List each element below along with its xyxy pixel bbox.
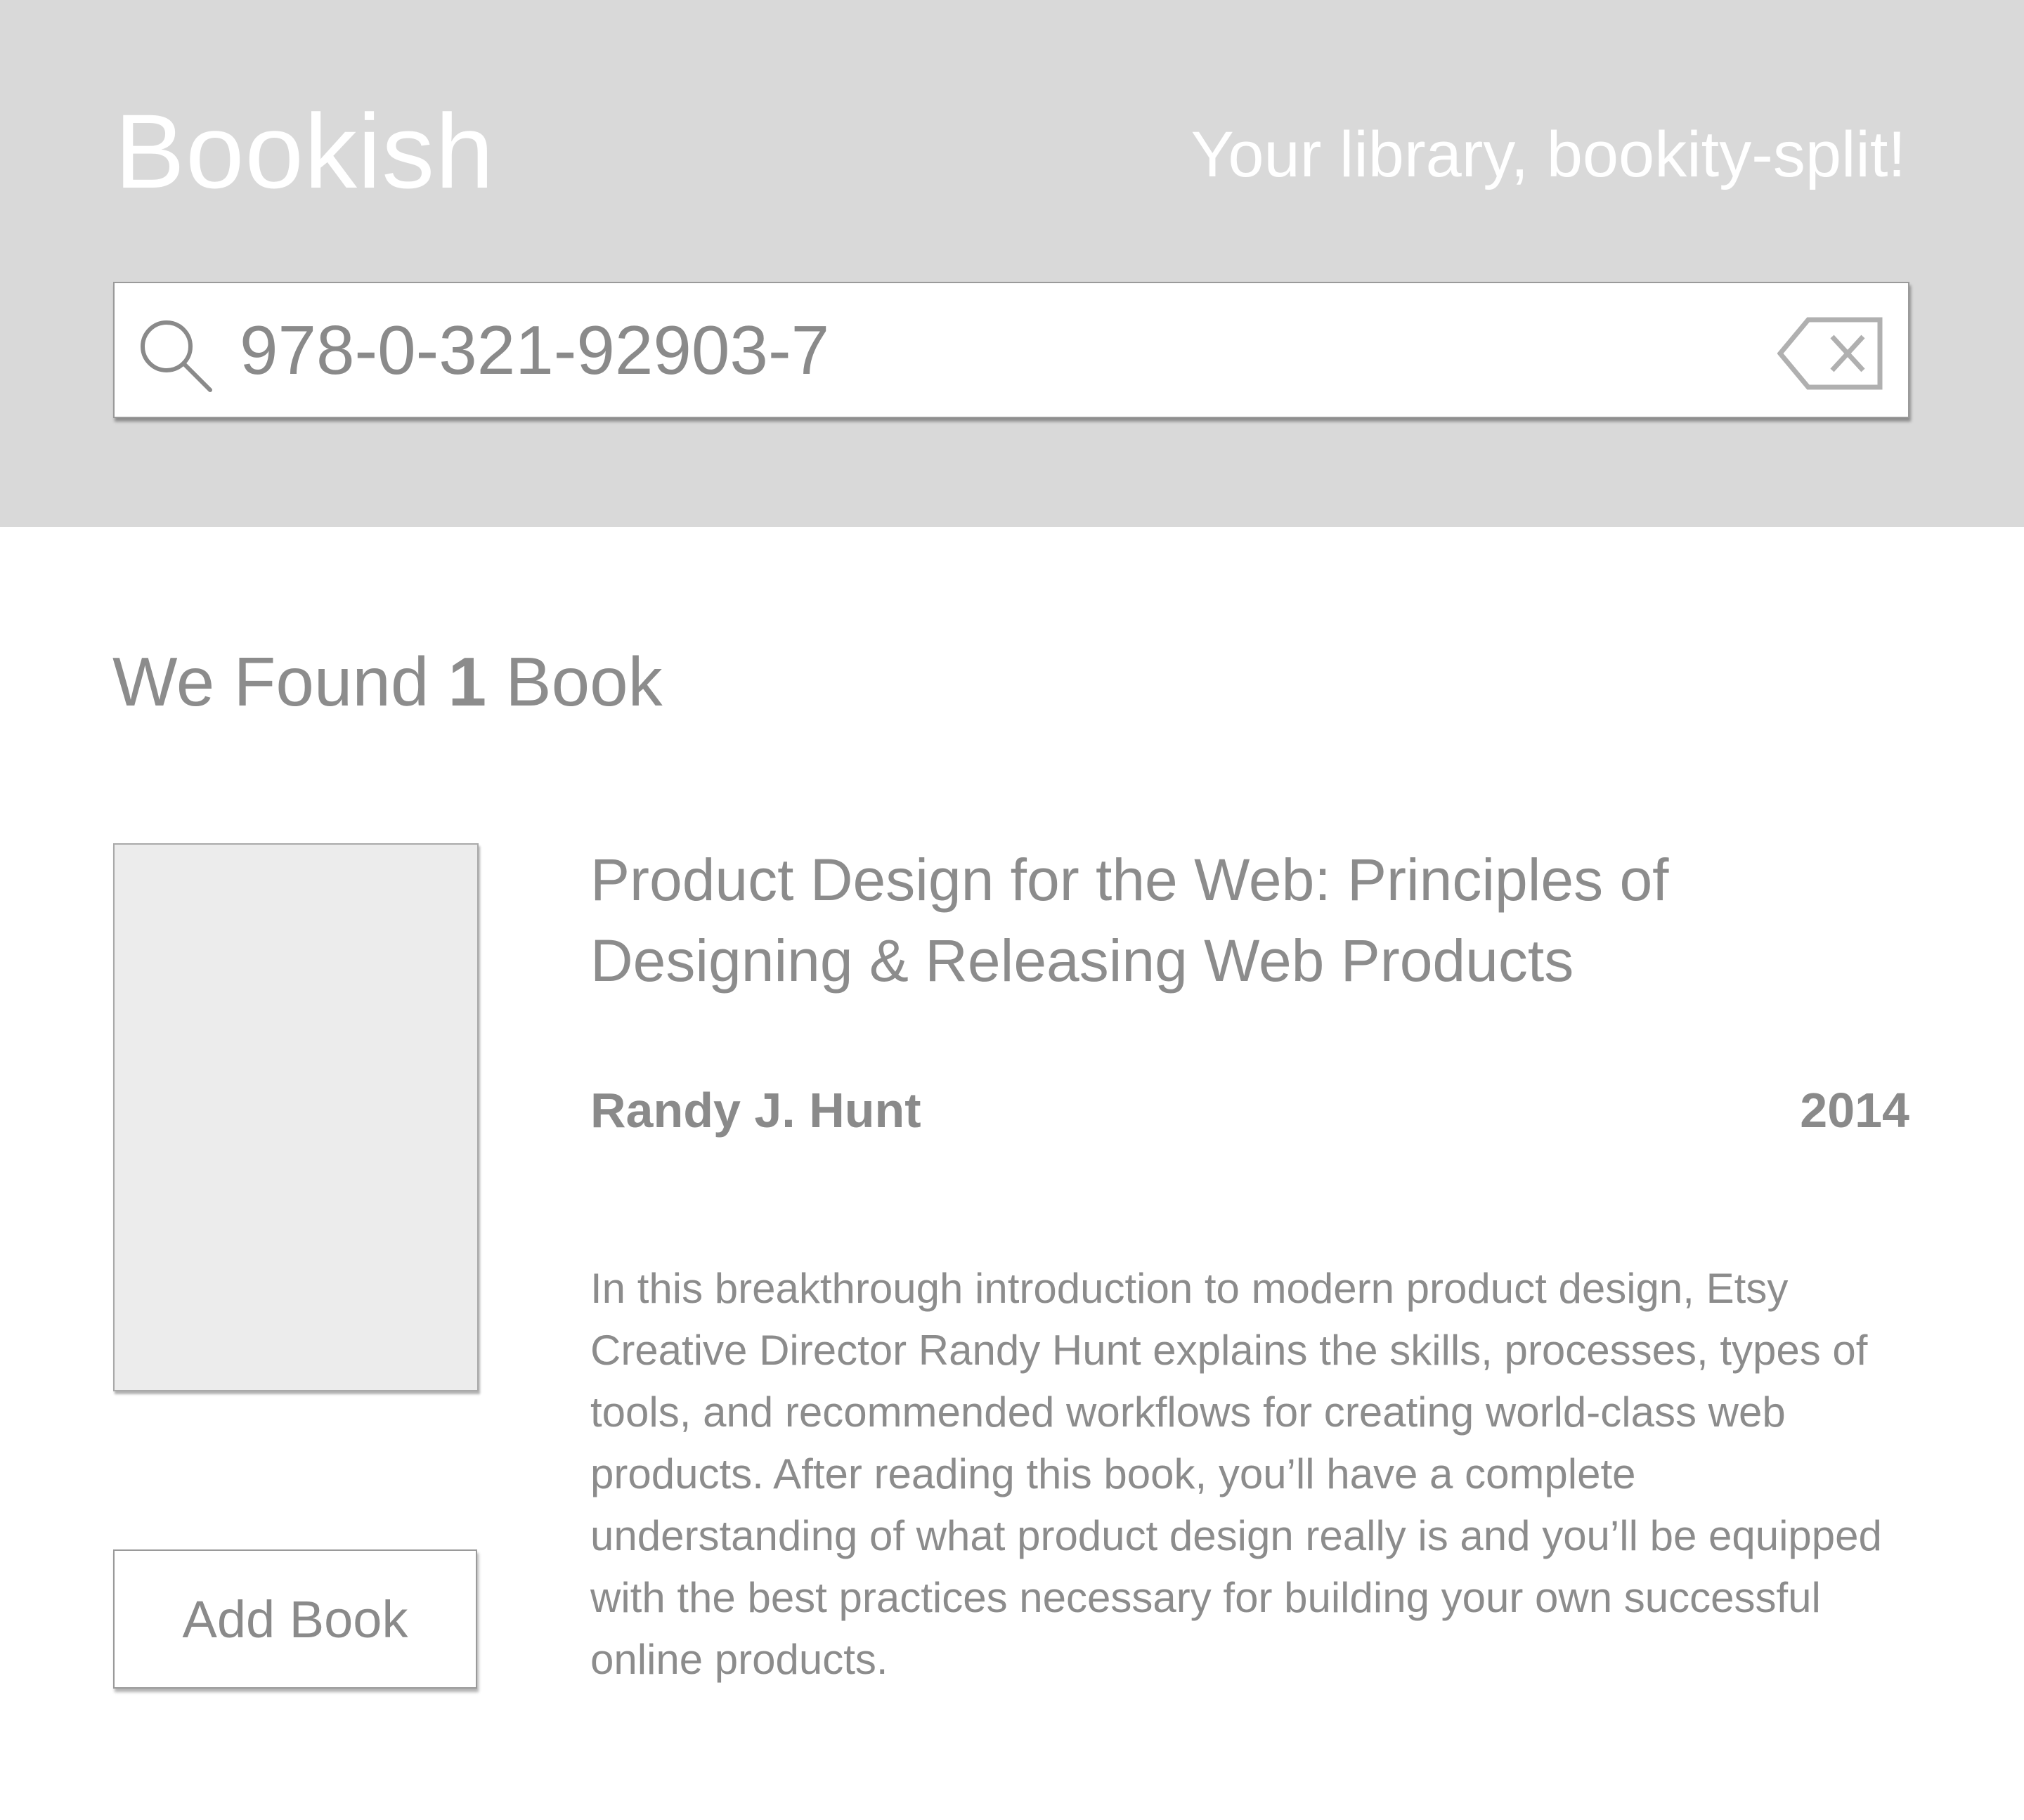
search-icon [141, 320, 212, 392]
results-count: 1 [448, 643, 487, 720]
book-year: 2014 [1800, 1083, 1909, 1138]
clear-backspace-icon[interactable] [1777, 317, 1883, 390]
search-input[interactable] [240, 297, 1730, 403]
book-title: Product Design for the Web: Principles o… [590, 847, 1669, 994]
results-prefix: We Found [112, 643, 448, 720]
book-author: Randy J. Hunt [590, 1083, 921, 1138]
tagline: Your library, bookity-split! [1191, 119, 1906, 190]
results-suffix: Book [486, 643, 663, 720]
search-bar [113, 282, 1909, 418]
add-book-button[interactable]: Add Book [113, 1549, 477, 1689]
bookish-page: Bookish Your library, bookity-split! We … [0, 0, 2024, 1820]
header: Bookish Your library, bookity-split! [0, 0, 2024, 527]
brand-logo: Bookish [115, 92, 495, 210]
book-cover-placeholder [113, 843, 479, 1391]
book-description: In this breakthrough introduction to mod… [590, 1265, 1882, 1683]
results-heading: We Found 1 Book [112, 639, 663, 724]
